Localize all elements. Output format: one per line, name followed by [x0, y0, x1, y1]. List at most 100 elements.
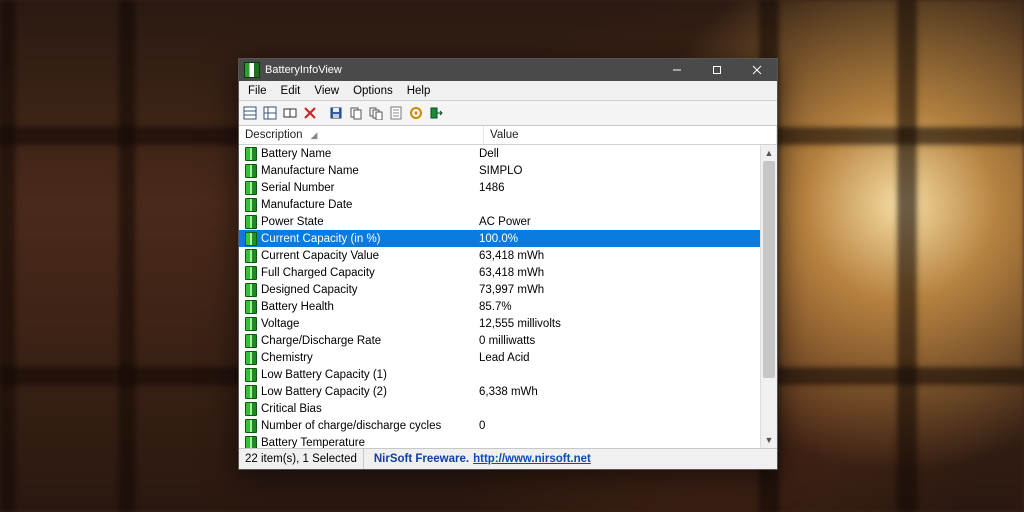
details-view-icon[interactable]: [261, 104, 279, 122]
status-item-count: 22 item(s), 1 Selected: [239, 449, 364, 469]
properties-icon[interactable]: [387, 104, 405, 122]
battery-icon: [245, 198, 257, 212]
menu-options[interactable]: Options: [346, 83, 400, 99]
battery-info-list[interactable]: Battery NameDellManufacture NameSIMPLOSe…: [239, 145, 761, 448]
sort-indicator-icon: ◢: [311, 130, 318, 141]
maximize-button[interactable]: [697, 59, 737, 81]
app-icon: [244, 62, 260, 78]
menu-help[interactable]: Help: [400, 83, 438, 99]
row-value: 73,997 mWh: [479, 284, 761, 296]
row-description: Designed Capacity: [261, 284, 479, 296]
battery-icon: [245, 317, 257, 331]
row-description: Number of charge/discharge cycles: [261, 420, 479, 432]
title-bar[interactable]: BatteryInfoView: [239, 59, 777, 81]
column-header-description-label: Description: [245, 129, 303, 141]
delete-icon[interactable]: [301, 104, 319, 122]
row-description: Full Charged Capacity: [261, 267, 479, 279]
row-value: 63,418 mWh: [479, 267, 761, 279]
options-icon[interactable]: [407, 104, 425, 122]
scroll-thumb[interactable]: [763, 161, 775, 378]
list-row[interactable]: Designed Capacity73,997 mWh: [239, 281, 761, 298]
row-value: Dell: [479, 148, 761, 160]
row-value: 6,338 mWh: [479, 386, 761, 398]
list-row[interactable]: Critical Bias: [239, 400, 761, 417]
menu-view[interactable]: View: [307, 83, 346, 99]
row-description: Critical Bias: [261, 403, 479, 415]
row-description: Power State: [261, 216, 479, 228]
scroll-up-button[interactable]: ▲: [761, 145, 777, 161]
list-view-icon[interactable]: [241, 104, 259, 122]
row-description: Current Capacity (in %): [261, 233, 479, 245]
list-row[interactable]: Current Capacity Value63,418 mWh: [239, 247, 761, 264]
list-row[interactable]: Voltage12,555 millivolts: [239, 315, 761, 332]
copy-icon[interactable]: [347, 104, 365, 122]
battery-icon: [245, 147, 257, 161]
row-value: 100.0%: [479, 233, 761, 245]
menu-bar: File Edit View Options Help: [239, 81, 777, 101]
column-headers: Description ◢ Value: [239, 126, 777, 145]
menu-file[interactable]: File: [241, 83, 274, 99]
battery-icon: [245, 385, 257, 399]
column-header-value[interactable]: Value: [484, 126, 777, 144]
list-row[interactable]: ChemistryLead Acid: [239, 349, 761, 366]
row-description: Low Battery Capacity (1): [261, 369, 479, 381]
battery-icon: [245, 232, 257, 246]
list-area: Battery NameDellManufacture NameSIMPLOSe…: [239, 145, 777, 448]
list-row[interactable]: Power StateAC Power: [239, 213, 761, 230]
row-value: Lead Acid: [479, 352, 761, 364]
list-row[interactable]: Serial Number1486: [239, 179, 761, 196]
battery-icon: [245, 164, 257, 178]
row-description: Voltage: [261, 318, 479, 330]
battery-icon: [245, 402, 257, 416]
list-row[interactable]: Manufacture Date: [239, 196, 761, 213]
scroll-track[interactable]: [761, 161, 777, 432]
toolbar: [239, 101, 777, 126]
battery-icon: [245, 283, 257, 297]
minimize-button[interactable]: [657, 59, 697, 81]
battery-icon: [245, 334, 257, 348]
close-button[interactable]: [737, 59, 777, 81]
list-row[interactable]: Battery Health85.7%: [239, 298, 761, 315]
window-title: BatteryInfoView: [265, 64, 342, 76]
list-row[interactable]: Number of charge/discharge cycles0: [239, 417, 761, 434]
row-value: 12,555 millivolts: [479, 318, 761, 330]
list-row[interactable]: Low Battery Capacity (2)6,338 mWh: [239, 383, 761, 400]
battery-icon: [245, 215, 257, 229]
row-description: Battery Health: [261, 301, 479, 313]
toggle-view-icon[interactable]: [281, 104, 299, 122]
row-value: 0: [479, 420, 761, 432]
list-row[interactable]: Battery Temperature: [239, 434, 761, 448]
row-description: Manufacture Date: [261, 199, 479, 211]
row-description: Battery Temperature: [261, 437, 479, 449]
battery-icon: [245, 436, 257, 449]
list-row[interactable]: Battery NameDell: [239, 145, 761, 162]
row-value: 0 milliwatts: [479, 335, 761, 347]
row-description: Serial Number: [261, 182, 479, 194]
nirsoft-link[interactable]: http://www.nirsoft.net: [473, 453, 591, 465]
list-row[interactable]: Full Charged Capacity63,418 mWh: [239, 264, 761, 281]
row-value: 85.7%: [479, 301, 761, 313]
vertical-scrollbar[interactable]: ▲ ▼: [760, 145, 777, 448]
status-credits-prefix: NirSoft Freeware.: [374, 453, 469, 465]
exit-icon[interactable]: [427, 104, 445, 122]
row-description: Current Capacity Value: [261, 250, 479, 262]
row-description: Chemistry: [261, 352, 479, 364]
row-value: 1486: [479, 182, 761, 194]
column-header-value-label: Value: [490, 129, 519, 141]
battery-icon: [245, 266, 257, 280]
list-row[interactable]: Charge/Discharge Rate0 milliwatts: [239, 332, 761, 349]
row-value: 63,418 mWh: [479, 250, 761, 262]
battery-icon: [245, 351, 257, 365]
save-icon[interactable]: [327, 104, 345, 122]
row-value: AC Power: [479, 216, 761, 228]
scroll-down-button[interactable]: ▼: [761, 432, 777, 448]
status-bar: 22 item(s), 1 Selected NirSoft Freeware.…: [239, 448, 777, 469]
menu-edit[interactable]: Edit: [274, 83, 308, 99]
copy-all-icon[interactable]: [367, 104, 385, 122]
list-row[interactable]: Manufacture NameSIMPLO: [239, 162, 761, 179]
list-row[interactable]: Current Capacity (in %)100.0%: [239, 230, 761, 247]
list-row[interactable]: Low Battery Capacity (1): [239, 366, 761, 383]
battery-icon: [245, 300, 257, 314]
column-header-description[interactable]: Description ◢: [239, 126, 484, 144]
row-description: Charge/Discharge Rate: [261, 335, 479, 347]
